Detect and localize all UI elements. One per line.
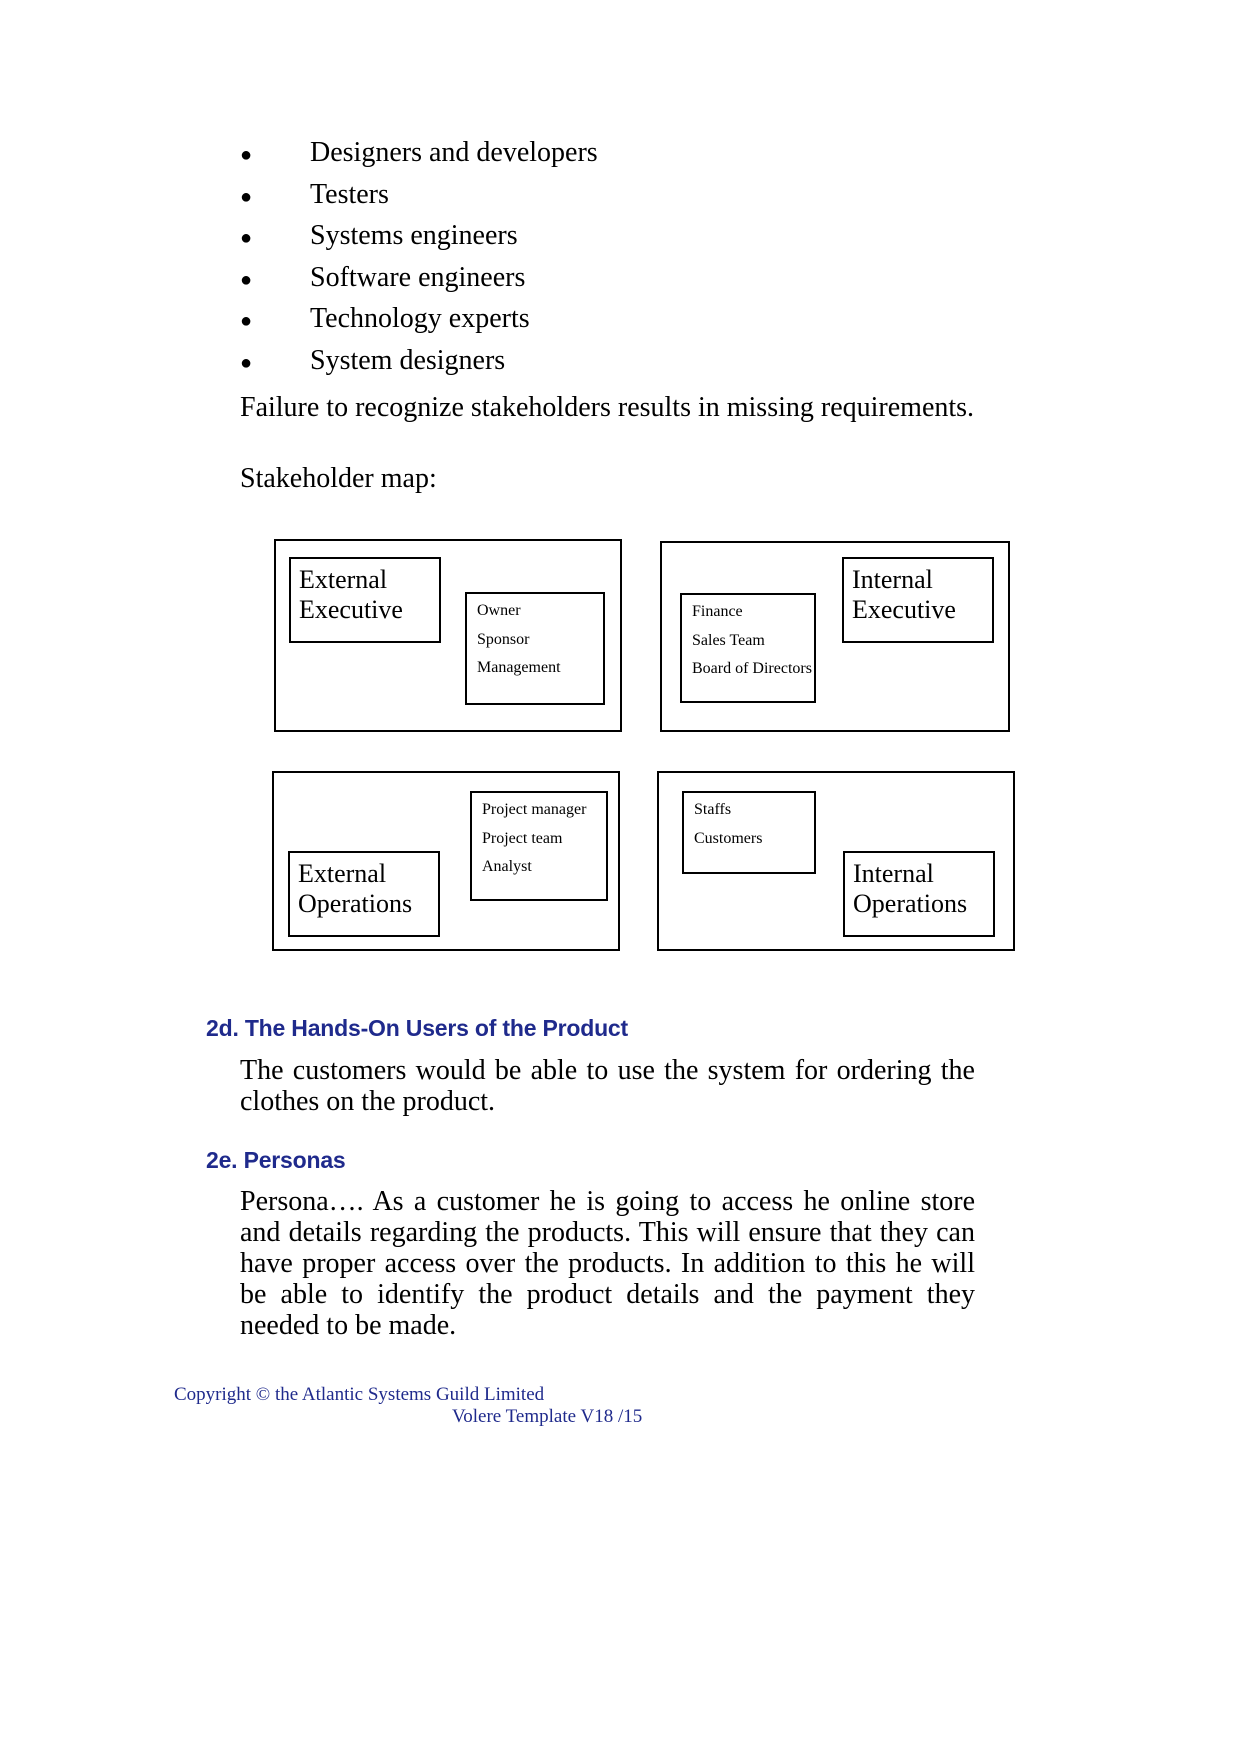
section-body-2d: The customers would be able to use the s… — [240, 1055, 975, 1117]
document-page: ● Designers and developers ● Testers ● S… — [0, 0, 1241, 1754]
list-item-label: Systems engineers — [310, 220, 518, 251]
list-item: ● Testers — [240, 174, 1000, 216]
bullet-point-icon: ● — [240, 227, 253, 249]
quadrant-label-internal-executive: Internal Executive — [842, 557, 994, 643]
list-item: ● Designers and developers — [240, 132, 1000, 174]
stakeholder-bullet-list: ● Designers and developers ● Testers ● S… — [240, 132, 1000, 381]
section-heading-2e: 2e. Personas — [206, 1147, 346, 1173]
list-item-label: Technology experts — [310, 303, 530, 334]
quadrant-label-external-executive: External Executive — [289, 557, 441, 643]
stakeholder-item: Customers — [694, 829, 763, 847]
list-item: ● Systems engineers — [240, 215, 1000, 257]
quadrant-external-executive — [274, 539, 622, 732]
failure-paragraph: Failure to recognize stakeholders result… — [240, 392, 975, 423]
bullet-point-icon: ● — [240, 351, 253, 374]
bullet-point-icon: ● — [240, 144, 253, 166]
quadrant-label-external-operations: External Operations — [288, 851, 440, 937]
stakeholder-item: Sponsor — [477, 630, 530, 648]
stakeholder-item: Management — [477, 659, 561, 676]
bullet-point-icon: ● — [240, 310, 253, 332]
stakeholder-map-label: Stakeholder map: — [240, 463, 437, 494]
stakeholder-item: Sales Team — [692, 631, 765, 649]
list-item: ● Software engineers — [240, 257, 1000, 299]
list-item-label: Testers — [310, 178, 389, 210]
stakeholder-item: Project manager — [482, 801, 587, 818]
quadrant-external-operations — [272, 771, 620, 951]
stakeholder-item: Project team — [482, 829, 563, 847]
footer-copyright: Copyright © the Atlantic Systems Guild L… — [174, 1384, 545, 1405]
quadrant-internal-operations — [657, 771, 1015, 951]
stakeholder-list-external-executive: Owner Sponsor Management — [465, 592, 605, 705]
list-item-label: Designers and developers — [310, 137, 598, 168]
quadrant-internal-executive — [660, 541, 1010, 732]
section-heading-2d: 2d. The Hands-On Users of the Product — [206, 1015, 628, 1041]
bullet-point-icon: ● — [240, 268, 253, 291]
stakeholder-item: Analyst — [482, 858, 532, 875]
list-item: ● Technology experts — [240, 298, 1000, 340]
bullet-point-icon: ● — [240, 185, 253, 208]
footer-template-version: Volere Template V18 /15 — [452, 1406, 643, 1427]
list-item-label: Software engineers — [310, 261, 526, 293]
quadrant-label-internal-operations: Internal Operations — [843, 851, 995, 937]
stakeholder-list-internal-operations: Staffs Customers — [682, 791, 816, 874]
list-item-label: System designers — [310, 344, 506, 376]
stakeholder-item: Owner — [477, 602, 521, 619]
stakeholder-item: Finance — [692, 603, 743, 620]
section-body-2e: Persona…. As a customer he is going to a… — [240, 1186, 975, 1341]
stakeholder-item: Board of Directors — [692, 660, 812, 677]
stakeholder-list-internal-executive: Finance Sales Team Board of Directors — [680, 593, 816, 703]
stakeholder-list-external-operations: Project manager Project team Analyst — [470, 791, 608, 901]
list-item: ● System designers — [240, 340, 1000, 382]
stakeholder-item: Staffs — [694, 801, 732, 818]
